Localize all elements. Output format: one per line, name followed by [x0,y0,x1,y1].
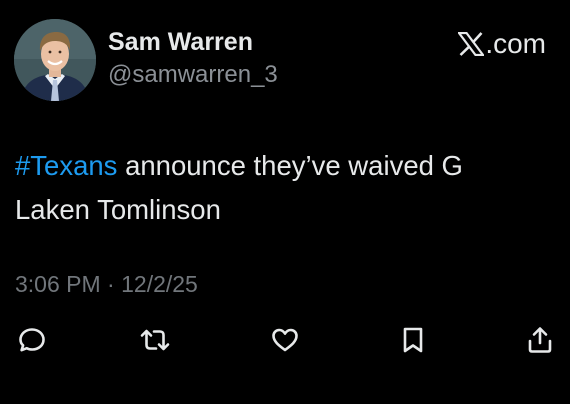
hashtag-link[interactable]: #Texans [15,150,117,181]
x-logo-icon [458,32,485,56]
share-button[interactable] [522,322,558,358]
like-button[interactable] [267,322,303,358]
reply-button[interactable] [14,322,50,358]
post-card: Sam Warren @samwarren_3 .com #Texans ann… [0,0,570,404]
post-timestamp[interactable]: 3:06 PM · 12/2/25 [15,270,198,298]
avatar[interactable] [14,19,96,101]
post-time: 3:06 PM [15,271,101,297]
share-icon [528,327,552,353]
tweet-text-line2: Laken Tomlinson [15,194,221,225]
repost-icon [140,329,170,351]
bookmark-button[interactable] [395,322,431,358]
brand-watermark: .com [458,28,546,60]
heart-icon [272,328,298,352]
profile-photo [14,19,96,101]
action-bar [0,322,570,358]
reply-icon [19,328,45,352]
display-name[interactable]: Sam Warren [108,27,253,57]
tweet-text-line1: announce they’ve waived G [117,150,463,181]
bookmark-icon [403,327,423,353]
repost-button[interactable] [137,322,173,358]
meta-separator: · [100,271,122,297]
user-handle[interactable]: @samwarren_3 [108,61,278,89]
tweet-text: #Texans announce they’ve waived G Laken … [15,144,555,232]
post-date: 12/2/25 [121,271,198,297]
brand-text: .com [485,28,546,59]
